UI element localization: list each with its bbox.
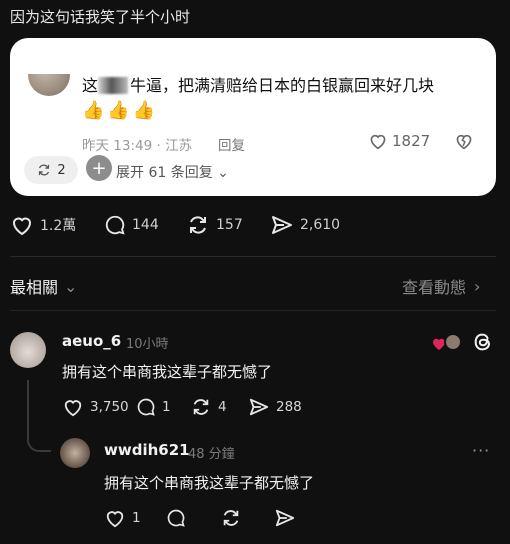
divider: [10, 256, 496, 257]
comment-share-button[interactable]: 288: [248, 397, 302, 417]
divider: [10, 310, 496, 311]
avatar-crop: [28, 54, 70, 74]
repost-icon: [220, 508, 242, 528]
repost-pill[interactable]: 2: [24, 156, 78, 184]
heart-icon: [10, 214, 34, 236]
comment-reply-button[interactable]: 1: [136, 397, 190, 417]
heart-icon: [62, 397, 84, 417]
post-repost-count: 157: [216, 217, 243, 233]
avatar[interactable]: [60, 438, 90, 468]
send-icon: [274, 508, 296, 528]
comment-meta: 昨天 13:49 · 江苏: [82, 138, 193, 154]
comment-icon: [166, 508, 186, 528]
more-options-icon[interactable]: ···: [472, 441, 490, 460]
caption: 因为这句话我笑了半个小时: [10, 8, 191, 26]
chevron-right-icon: ›: [474, 276, 481, 296]
comment-time: 10小時: [126, 337, 169, 352]
comment-like-button[interactable]: 1: [104, 508, 166, 528]
chevron-down-icon: ⌄: [217, 165, 229, 181]
expand-replies-link[interactable]: 展开 61 条回复 ⌄: [116, 162, 229, 182]
thread-connector: [27, 380, 51, 452]
comment-repost-button[interactable]: [220, 508, 274, 528]
comment-like-count: 1: [132, 510, 141, 526]
post-share-count: 2,610: [300, 217, 341, 233]
comment-text: 拥有这个串商我这辈子都无憾了: [62, 363, 273, 381]
comment-reply-button[interactable]: [166, 508, 220, 528]
expand-label: 展开 61 条回复: [116, 165, 213, 181]
comment-actions: 1: [104, 508, 296, 528]
heart-icon: [104, 508, 126, 528]
post-like-button[interactable]: 1.2萬: [10, 214, 104, 236]
threads-logo-icon: [472, 330, 494, 354]
post-comment-button[interactable]: 144: [104, 214, 186, 236]
comment-prefix: 这: [82, 76, 99, 95]
repost-icon: [190, 397, 212, 417]
comment-body: 牛逼，把满清赔给日本的白银赢回来好几块: [130, 76, 435, 95]
broken-heart-icon[interactable]: [454, 132, 474, 150]
view-activity-label: 查看動態: [402, 278, 467, 297]
comment-like-button[interactable]: 3,750: [62, 397, 129, 417]
card-like-button[interactable]: 1827: [368, 132, 430, 150]
thumbs-emoji: 👍👍👍: [82, 100, 159, 121]
send-icon: [248, 397, 270, 417]
sort-label: 最相關: [10, 278, 59, 297]
comment-icon: [104, 214, 126, 236]
reply-button[interactable]: 回复: [218, 134, 245, 154]
heart-icon: [368, 132, 388, 150]
comment-actions: 3,750 1 4 288: [62, 397, 302, 417]
view-activity-link[interactable]: 查看動態 ›: [402, 274, 480, 298]
comment-share-count: 288: [276, 399, 302, 415]
author-liked-icon: [432, 332, 464, 354]
comment-text: 拥有这个串商我这辈子都无憾了: [104, 474, 315, 492]
post-like-count: 1.2萬: [40, 218, 77, 234]
avatar[interactable]: [10, 332, 46, 368]
censor-blur: [98, 77, 129, 94]
comment-card: 这 牛逼，把满清赔给日本的白银赢回来好几块 👍👍👍 昨天 13:49 · 江苏 回…: [10, 38, 496, 196]
chevron-down-icon: ⌄: [64, 276, 78, 296]
comment-like-count: 3,750: [90, 399, 129, 415]
repost-icon: [186, 214, 210, 236]
post-share-button[interactable]: 2,610: [270, 214, 340, 236]
post-comment-count: 144: [132, 217, 159, 233]
comment-text: 这 牛逼，把满清赔给日本的白银赢回来好几块: [82, 72, 434, 96]
comment-reply-count: 1: [162, 399, 171, 415]
comment-username[interactable]: aeuo_6: [62, 332, 121, 350]
card-like-count: 1827: [392, 132, 431, 150]
repost-icon: [36, 163, 52, 177]
comment-repost-count: 4: [218, 399, 227, 415]
send-icon: [270, 214, 294, 236]
post-repost-button[interactable]: 157: [186, 214, 270, 236]
comment-time: 48 分鐘: [188, 447, 235, 462]
comment-repost-button[interactable]: 4: [190, 397, 248, 417]
comment-username[interactable]: wwdih621: [104, 441, 190, 459]
plus-icon[interactable]: +: [86, 155, 112, 181]
comment-share-button[interactable]: [274, 508, 296, 528]
sort-dropdown[interactable]: 最相關 ⌄: [10, 274, 77, 298]
repost-count: 2: [57, 162, 66, 178]
post-actions: 1.2萬 144 157 2,610: [10, 214, 340, 236]
comment-icon: [136, 397, 156, 417]
